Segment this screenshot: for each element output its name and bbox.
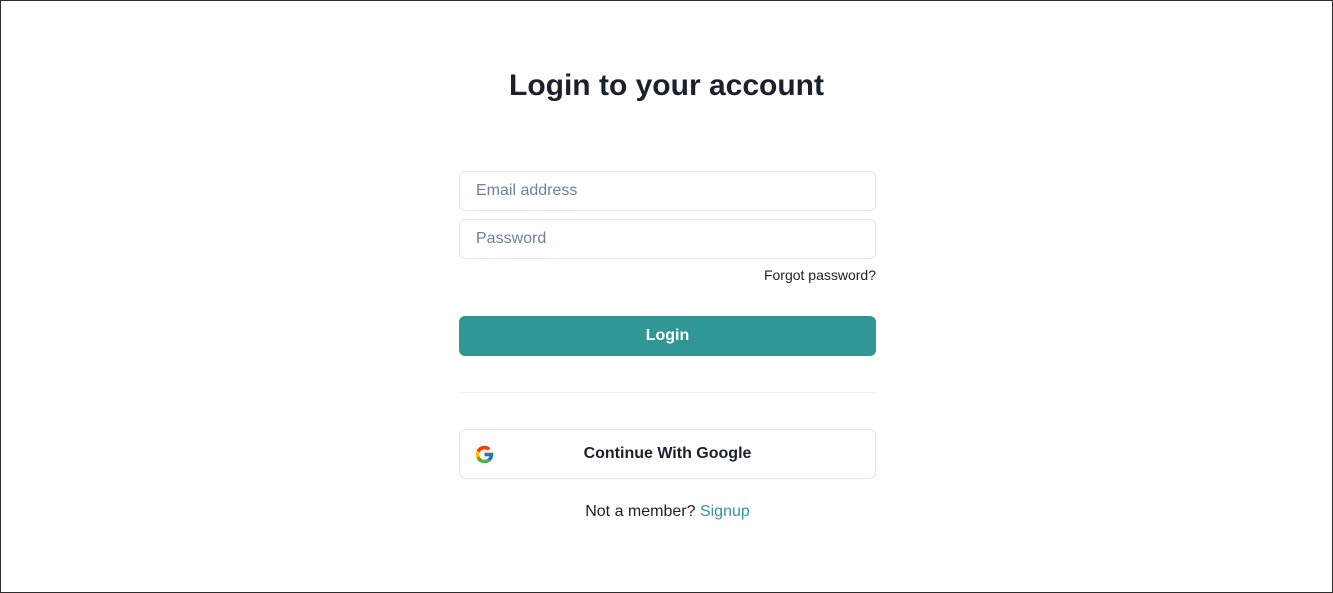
login-button[interactable]: Login xyxy=(459,316,876,356)
signup-link[interactable]: Signup xyxy=(700,503,750,520)
login-form: Forgot password? Login Continue With Goo… xyxy=(459,171,876,521)
email-field[interactable] xyxy=(459,171,876,211)
password-field[interactable] xyxy=(459,219,876,259)
forgot-password-link[interactable]: Forgot password? xyxy=(764,267,876,283)
login-page: Login to your account Forgot password? L… xyxy=(0,0,1333,593)
continue-with-google-button[interactable]: Continue With Google xyxy=(459,429,876,479)
google-button-label: Continue With Google xyxy=(583,445,752,462)
forgot-password-row: Forgot password? xyxy=(459,267,876,285)
signup-prompt: Not a member? xyxy=(585,503,696,520)
page-title: Login to your account xyxy=(509,69,824,102)
google-icon xyxy=(474,444,495,465)
signup-row: Not a member? Signup xyxy=(459,503,876,521)
divider xyxy=(459,392,876,393)
